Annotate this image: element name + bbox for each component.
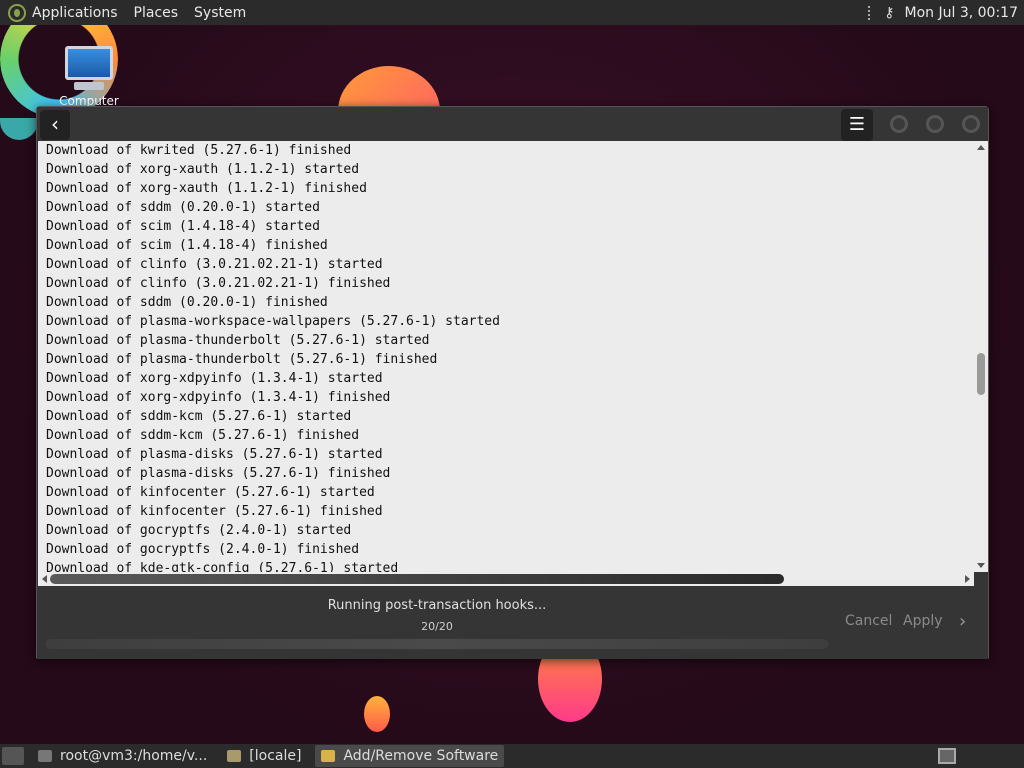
- scroll-right-icon[interactable]: [965, 575, 970, 583]
- log-line: Download of scim (1.4.18-4) finished: [46, 238, 328, 253]
- log-line: Download of sddm-kcm (5.27.6-1) finished: [46, 428, 360, 443]
- window-titlebar[interactable]: ‹ ☰: [37, 107, 988, 141]
- folder-icon: [227, 750, 242, 762]
- log-line: Download of kde-gtk-config (5.27.6-1) st…: [46, 561, 399, 572]
- wallpaper-teal-shape: [0, 118, 38, 140]
- top-panel: Applications Places System ⚷ Mon Jul 3, …: [0, 0, 1024, 25]
- scroll-down-icon[interactable]: [977, 563, 985, 568]
- chevron-left-icon: ‹: [51, 112, 59, 136]
- hamburger-icon: ☰: [848, 114, 866, 135]
- show-desktop-button[interactable]: [2, 747, 24, 765]
- desktop-icon-computer[interactable]: Computer: [58, 46, 120, 108]
- log-line: Download of xorg-xauth (1.1.2-1) finishe…: [46, 181, 367, 196]
- horizontal-scroll-thumb[interactable]: [50, 574, 784, 584]
- workspace-switcher[interactable]: [938, 748, 956, 764]
- bottom-taskbar: root@vm3:/home/v... [locale] Add/Remove …: [0, 744, 1024, 768]
- vertical-scroll-thumb[interactable]: [977, 353, 985, 395]
- menu-places[interactable]: Places: [134, 5, 179, 21]
- vertical-scrollbar[interactable]: [974, 141, 988, 572]
- log-line: Download of plasma-workspace-wallpapers …: [46, 314, 500, 329]
- log-line: Download of clinfo (3.0.21.02.21-1) fini…: [46, 276, 391, 291]
- status-area: Running post-transaction hooks... 20/20 …: [37, 587, 988, 659]
- log-line: Download of kinfocenter (5.27.6-1) finis…: [46, 504, 383, 519]
- log-line: Download of sddm (0.20.0-1) started: [46, 200, 320, 215]
- maximize-button[interactable]: [926, 115, 944, 133]
- log-line: Download of sddm-kcm (5.27.6-1) started: [46, 409, 352, 424]
- terminal-icon: [38, 750, 52, 762]
- log-line: Download of plasma-disks (5.27.6-1) fini…: [46, 466, 391, 481]
- log-line: Download of gocryptfs (2.4.0-1) finished: [46, 542, 360, 557]
- log-line: Download of xorg-xauth (1.1.2-1) started: [46, 162, 360, 177]
- taskbar-item-locale[interactable]: [locale]: [221, 745, 307, 767]
- log-line: Download of xorg-xdpyinfo (1.3.4-1) star…: [46, 371, 383, 386]
- minimize-button[interactable]: [890, 115, 908, 133]
- log-line: Download of gocryptfs (2.4.0-1) started: [46, 523, 352, 538]
- close-button[interactable]: [962, 115, 980, 133]
- transaction-log[interactable]: Download of kwrited (5.27.6-1) finished D…: [38, 141, 974, 572]
- clock[interactable]: Mon Jul 3, 00:17: [905, 5, 1018, 21]
- taskbar-item-label: [locale]: [249, 748, 302, 764]
- log-line: Download of plasma-thunderbolt (5.27.6-1…: [46, 333, 430, 348]
- computer-icon: [65, 46, 113, 80]
- scroll-up-icon[interactable]: [977, 145, 985, 150]
- cancel-button[interactable]: Cancel: [845, 613, 892, 629]
- taskbar-item-label: root@vm3:/home/v...: [60, 748, 208, 764]
- progress-bar: [45, 639, 829, 649]
- log-line: Download of sddm (0.20.0-1) finished: [46, 295, 328, 310]
- status-text: Running post-transaction hooks...: [327, 598, 547, 613]
- tray-separator-icon: [868, 5, 878, 20]
- log-line: Download of scim (1.4.18-4) started: [46, 219, 320, 234]
- horizontal-scrollbar[interactable]: [38, 572, 974, 586]
- status-count: 20/20: [421, 620, 453, 633]
- log-line: Download of plasma-disks (5.27.6-1) star…: [46, 447, 383, 462]
- distro-logo-icon[interactable]: [8, 3, 26, 22]
- key-icon[interactable]: ⚷: [884, 5, 894, 21]
- log-line: Download of clinfo (3.0.21.02.21-1) star…: [46, 257, 383, 272]
- add-remove-software-window: ‹ ☰ Download of kwrited (5.27.6-1) finis…: [36, 106, 989, 659]
- menu-system[interactable]: System: [194, 5, 246, 21]
- wallpaper-small-blob: [364, 696, 390, 732]
- progress-fill: [45, 639, 829, 649]
- menu-applications[interactable]: Applications: [32, 5, 118, 21]
- chevron-right-icon: ›: [959, 611, 967, 632]
- computer-icon-base: [74, 82, 104, 90]
- back-button[interactable]: ‹: [40, 110, 70, 140]
- log-line: Download of kwrited (5.27.6-1) finished: [46, 143, 352, 158]
- log-line: Download of kinfocenter (5.27.6-1) start…: [46, 485, 375, 500]
- taskbar-item-label: Add/Remove Software: [343, 748, 499, 764]
- log-line: Download of xorg-xdpyinfo (1.3.4-1) fini…: [46, 390, 391, 405]
- forward-button[interactable]: ›: [959, 611, 966, 632]
- apply-button[interactable]: Apply: [903, 613, 943, 629]
- scroll-left-icon[interactable]: [42, 575, 47, 583]
- menu-button[interactable]: ☰: [841, 109, 873, 141]
- taskbar-item-terminal[interactable]: root@vm3:/home/v...: [32, 745, 213, 767]
- log-line: Download of plasma-thunderbolt (5.27.6-1…: [46, 352, 438, 367]
- taskbar-item-add-remove-software[interactable]: Add/Remove Software: [315, 745, 505, 767]
- package-icon: [321, 750, 336, 762]
